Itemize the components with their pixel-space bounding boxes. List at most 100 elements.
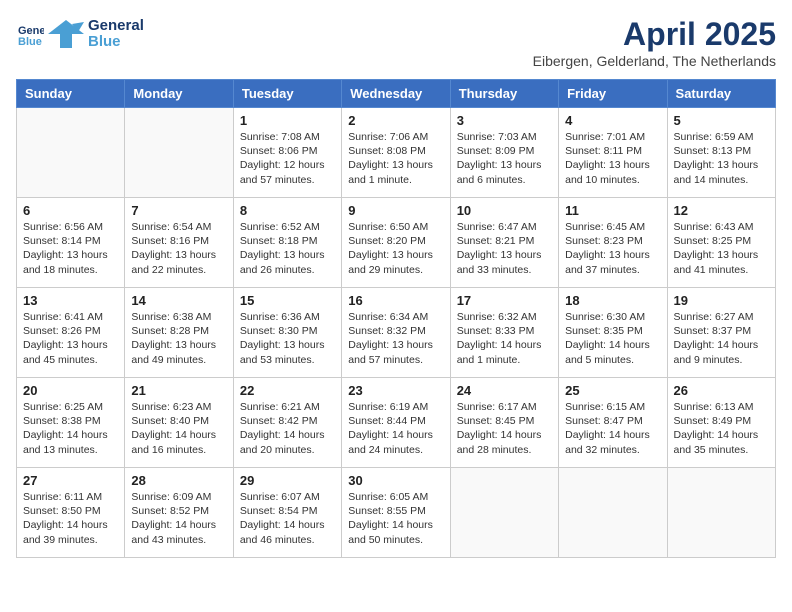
- calendar-cell: 19 Sunrise: 6:27 AMSunset: 8:37 PMDayligh…: [667, 288, 775, 378]
- day-info: Sunrise: 6:27 AMSunset: 8:37 PMDaylight:…: [674, 310, 769, 367]
- calendar-cell: 3Sunrise: 7:03 AMSunset: 8:09 PMDaylight…: [450, 108, 558, 198]
- day-number: 7: [131, 203, 226, 218]
- calendar-cell: 17 Sunrise: 6:32 AMSunset: 8:33 PMDayligh…: [450, 288, 558, 378]
- calendar-cell: 26Sunrise: 6:13 AMSunset: 8:49 PMDayligh…: [667, 378, 775, 468]
- day-info: Sunrise: 6:25 AMSunset: 8:38 PMDaylight:…: [23, 400, 118, 457]
- day-info: Sunrise: 6:30 AMSunset: 8:35 PMDaylight:…: [565, 310, 660, 367]
- day-number: 3: [457, 113, 552, 128]
- svg-text:Blue: Blue: [18, 36, 42, 48]
- day-number: 10: [457, 203, 552, 218]
- calendar-cell: [667, 468, 775, 558]
- col-header-tuesday: Tuesday: [233, 80, 341, 108]
- day-info: Sunrise: 6:47 AMSunset: 8:21 PMDaylight:…: [457, 220, 552, 277]
- logo-line1: General: [88, 18, 144, 35]
- calendar-cell: 21 Sunrise: 6:23 AMSunset: 8:40 PMDayligh…: [125, 378, 233, 468]
- day-info: Sunrise: 6:21 AMSunset: 8:42 PMDaylight:…: [240, 400, 335, 457]
- logo-icon: General Blue: [16, 20, 44, 48]
- day-info: Sunrise: 6:50 AMSunset: 8:20 PMDaylight:…: [348, 220, 443, 277]
- day-info: Sunrise: 6:09 AMSunset: 8:52 PMDaylight:…: [131, 490, 226, 547]
- calendar-cell: 10 Sunrise: 6:47 AMSunset: 8:21 PMDayligh…: [450, 198, 558, 288]
- day-number: 13: [23, 293, 118, 308]
- calendar-cell: 22 Sunrise: 6:21 AMSunset: 8:42 PMDayligh…: [233, 378, 341, 468]
- month-title: April 2025: [533, 16, 776, 53]
- day-info: Sunrise: 6:32 AMSunset: 8:33 PMDaylight:…: [457, 310, 552, 367]
- day-number: 11: [565, 203, 660, 218]
- day-info: Sunrise: 6:36 AMSunset: 8:30 PMDaylight:…: [240, 310, 335, 367]
- day-info: Sunrise: 6:45 AMSunset: 8:23 PMDaylight:…: [565, 220, 660, 277]
- calendar-cell: [559, 468, 667, 558]
- location: Eibergen, Gelderland, The Netherlands: [533, 53, 776, 69]
- calendar-cell: 27Sunrise: 6:11 AMSunset: 8:50 PMDayligh…: [17, 468, 125, 558]
- day-info: Sunrise: 6:38 AMSunset: 8:28 PMDaylight:…: [131, 310, 226, 367]
- day-number: 23: [348, 383, 443, 398]
- calendar-cell: 23 Sunrise: 6:19 AMSunset: 8:44 PMDayligh…: [342, 378, 450, 468]
- day-number: 29: [240, 473, 335, 488]
- calendar-row-week-2: 6 Sunrise: 6:56 AMSunset: 8:14 PMDaylight…: [17, 198, 776, 288]
- col-header-saturday: Saturday: [667, 80, 775, 108]
- col-header-friday: Friday: [559, 80, 667, 108]
- calendar-row-week-4: 20 Sunrise: 6:25 AMSunset: 8:38 PMDayligh…: [17, 378, 776, 468]
- day-number: 6: [23, 203, 118, 218]
- calendar-cell: [125, 108, 233, 198]
- day-number: 24: [457, 383, 552, 398]
- day-number: 18: [565, 293, 660, 308]
- day-info: Sunrise: 6:43 AMSunset: 8:25 PMDaylight:…: [674, 220, 769, 277]
- calendar-cell: 13 Sunrise: 6:41 AMSunset: 8:26 PMDayligh…: [17, 288, 125, 378]
- logo-line2: Blue: [88, 34, 144, 51]
- title-area: April 2025 Eibergen, Gelderland, The Net…: [533, 16, 776, 69]
- day-info: Sunrise: 6:34 AMSunset: 8:32 PMDaylight:…: [348, 310, 443, 367]
- calendar-cell: 5 Sunrise: 6:59 AMSunset: 8:13 PMDaylight…: [667, 108, 775, 198]
- day-info: Sunrise: 6:59 AMSunset: 8:13 PMDaylight:…: [674, 130, 769, 187]
- day-number: 2: [348, 113, 443, 128]
- calendar-cell: 14Sunrise: 6:38 AMSunset: 8:28 PMDayligh…: [125, 288, 233, 378]
- day-info: Sunrise: 6:23 AMSunset: 8:40 PMDaylight:…: [131, 400, 226, 457]
- day-info: Sunrise: 7:01 AMSunset: 8:11 PMDaylight:…: [565, 130, 660, 187]
- calendar-cell: 2 Sunrise: 7:06 AMSunset: 8:08 PMDaylight…: [342, 108, 450, 198]
- day-info: Sunrise: 7:08 AMSunset: 8:06 PMDaylight:…: [240, 130, 335, 187]
- calendar-cell: 15Sunrise: 6:36 AMSunset: 8:30 PMDayligh…: [233, 288, 341, 378]
- calendar-cell: 4Sunrise: 7:01 AMSunset: 8:11 PMDaylight…: [559, 108, 667, 198]
- calendar-cell: 18 Sunrise: 6:30 AMSunset: 8:35 PMDayligh…: [559, 288, 667, 378]
- day-info: Sunrise: 6:19 AMSunset: 8:44 PMDaylight:…: [348, 400, 443, 457]
- calendar-cell: 24 Sunrise: 6:17 AMSunset: 8:45 PMDayligh…: [450, 378, 558, 468]
- calendar-cell: 11 Sunrise: 6:45 AMSunset: 8:23 PMDayligh…: [559, 198, 667, 288]
- calendar-table: SundayMondayTuesdayWednesdayThursdayFrid…: [16, 79, 776, 558]
- calendar-cell: 20 Sunrise: 6:25 AMSunset: 8:38 PMDayligh…: [17, 378, 125, 468]
- day-number: 19: [674, 293, 769, 308]
- calendar-cell: 1Sunrise: 7:08 AMSunset: 8:06 PMDaylight…: [233, 108, 341, 198]
- col-header-sunday: Sunday: [17, 80, 125, 108]
- day-number: 22: [240, 383, 335, 398]
- day-info: Sunrise: 7:06 AMSunset: 8:08 PMDaylight:…: [348, 130, 443, 187]
- calendar-cell: [17, 108, 125, 198]
- day-number: 20: [23, 383, 118, 398]
- day-number: 21: [131, 383, 226, 398]
- calendar-cell: 8 Sunrise: 6:52 AMSunset: 8:18 PMDaylight…: [233, 198, 341, 288]
- day-info: Sunrise: 6:11 AMSunset: 8:50 PMDaylight:…: [23, 490, 118, 547]
- day-number: 5: [674, 113, 769, 128]
- calendar-cell: [450, 468, 558, 558]
- day-info: Sunrise: 6:17 AMSunset: 8:45 PMDaylight:…: [457, 400, 552, 457]
- col-header-monday: Monday: [125, 80, 233, 108]
- calendar-cell: 25 Sunrise: 6:15 AMSunset: 8:47 PMDayligh…: [559, 378, 667, 468]
- day-info: Sunrise: 6:52 AMSunset: 8:18 PMDaylight:…: [240, 220, 335, 277]
- day-info: Sunrise: 6:07 AMSunset: 8:54 PMDaylight:…: [240, 490, 335, 547]
- day-number: 25: [565, 383, 660, 398]
- calendar-cell: 12 Sunrise: 6:43 AMSunset: 8:25 PMDayligh…: [667, 198, 775, 288]
- day-info: Sunrise: 6:05 AMSunset: 8:55 PMDaylight:…: [348, 490, 443, 547]
- day-info: Sunrise: 6:41 AMSunset: 8:26 PMDaylight:…: [23, 310, 118, 367]
- day-info: Sunrise: 6:15 AMSunset: 8:47 PMDaylight:…: [565, 400, 660, 457]
- day-number: 30: [348, 473, 443, 488]
- day-info: Sunrise: 6:54 AMSunset: 8:16 PMDaylight:…: [131, 220, 226, 277]
- day-number: 16: [348, 293, 443, 308]
- day-number: 17: [457, 293, 552, 308]
- day-number: 26: [674, 383, 769, 398]
- calendar-cell: 28Sunrise: 6:09 AMSunset: 8:52 PMDayligh…: [125, 468, 233, 558]
- calendar-cell: 9Sunrise: 6:50 AMSunset: 8:20 PMDaylight…: [342, 198, 450, 288]
- col-header-wednesday: Wednesday: [342, 80, 450, 108]
- calendar-row-week-1: 1Sunrise: 7:08 AMSunset: 8:06 PMDaylight…: [17, 108, 776, 198]
- day-info: Sunrise: 6:56 AMSunset: 8:14 PMDaylight:…: [23, 220, 118, 277]
- day-number: 12: [674, 203, 769, 218]
- calendar-cell: 16 Sunrise: 6:34 AMSunset: 8:32 PMDayligh…: [342, 288, 450, 378]
- calendar-cell: 6 Sunrise: 6:56 AMSunset: 8:14 PMDaylight…: [17, 198, 125, 288]
- day-number: 8: [240, 203, 335, 218]
